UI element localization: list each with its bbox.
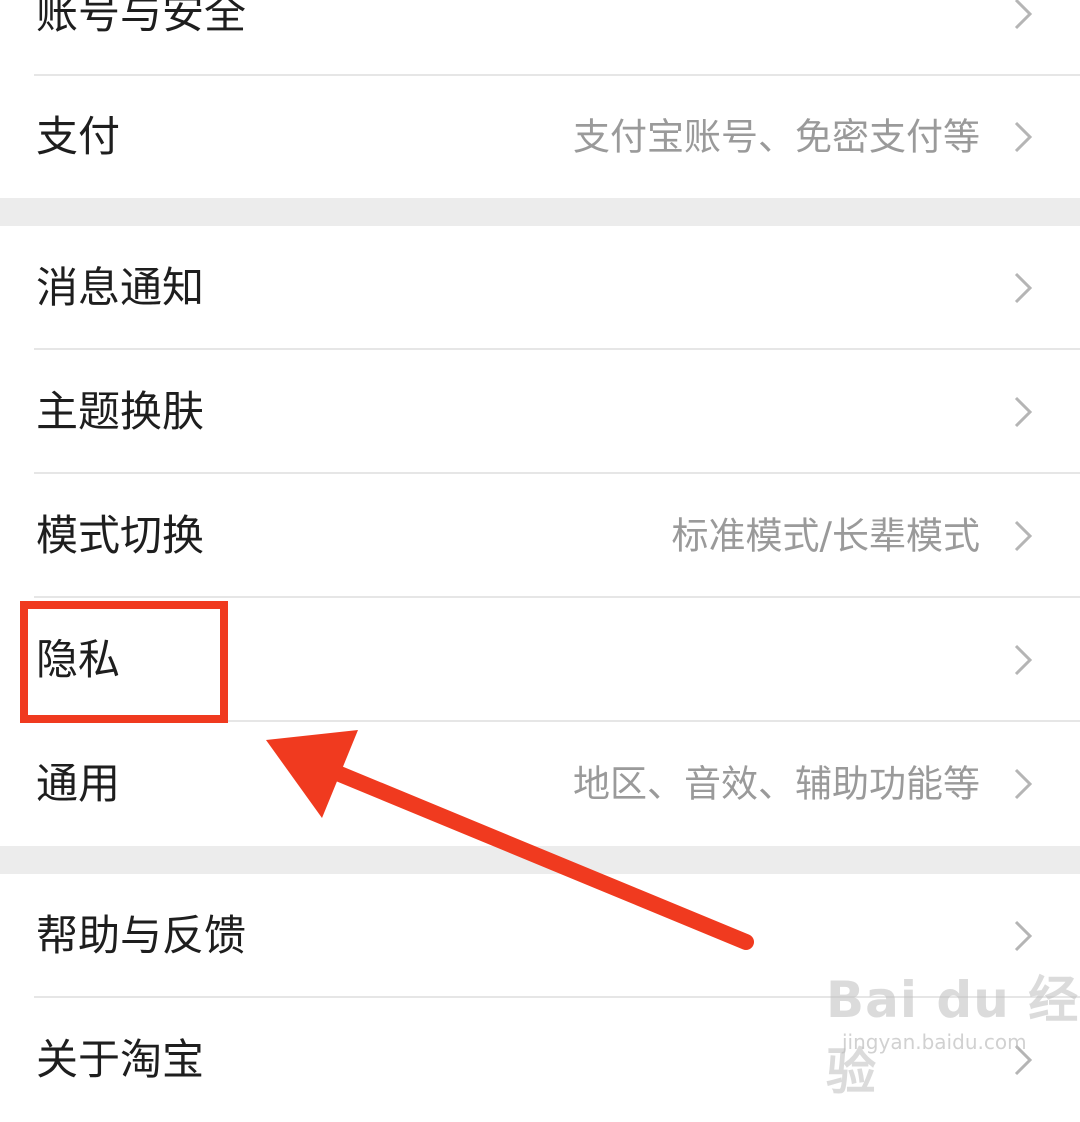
section-gap	[0, 198, 1080, 226]
settings-item-general[interactable]: 通用 地区、音效、辅助功能等	[0, 722, 1080, 846]
chevron-right-icon	[1014, 272, 1033, 304]
item-label: 支付	[36, 112, 121, 161]
item-value: 地区、音效、辅助功能等	[573, 762, 980, 806]
settings-item-privacy[interactable]: 隐私	[0, 598, 1080, 722]
chevron-right-icon	[1014, 920, 1033, 952]
chevron-right-icon	[1014, 0, 1033, 30]
item-label: 模式切换	[36, 511, 205, 560]
item-label: 帮助与反馈	[36, 911, 247, 960]
item-value: 支付宝账号、免密支付等	[573, 115, 980, 159]
chevron-right-icon	[1014, 768, 1033, 800]
section-gap	[0, 846, 1080, 874]
item-label: 主题换肤	[36, 387, 205, 436]
item-label: 账号与安全	[36, 0, 247, 38]
item-value: 标准模式/长辈模式	[671, 514, 980, 558]
chevron-right-icon	[1014, 520, 1033, 552]
settings-item-mode-switch[interactable]: 模式切换 标准模式/长辈模式	[0, 474, 1080, 598]
chevron-right-icon	[1014, 396, 1033, 428]
chevron-right-icon	[1014, 644, 1033, 676]
item-label: 隐私	[36, 635, 121, 684]
settings-item-theme[interactable]: 主题换肤	[0, 350, 1080, 474]
settings-item-account-security[interactable]: 账号与安全	[0, 0, 1080, 76]
watermark-url: jingyan.baidu.com	[842, 1030, 1027, 1054]
chevron-right-icon	[1014, 121, 1033, 153]
item-label: 通用	[36, 759, 121, 808]
settings-item-notifications[interactable]: 消息通知	[0, 226, 1080, 350]
item-label: 消息通知	[36, 263, 205, 312]
settings-item-payment[interactable]: 支付 支付宝账号、免密支付等	[0, 76, 1080, 198]
item-label: 关于淘宝	[36, 1035, 205, 1084]
